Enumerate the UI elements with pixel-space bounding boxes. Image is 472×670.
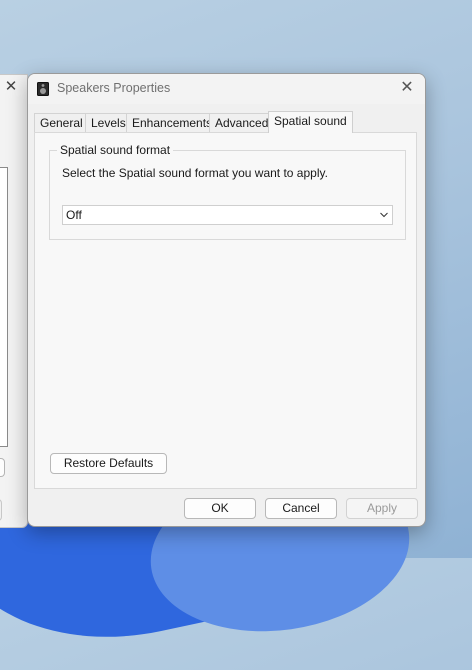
background-window-button[interactable] xyxy=(0,499,2,521)
cancel-button[interactable]: Cancel xyxy=(265,498,337,519)
apply-button[interactable]: Apply xyxy=(346,498,418,519)
background-window[interactable]: ✕ xyxy=(0,74,28,528)
tab-levels[interactable]: Levels xyxy=(85,113,132,132)
speakers-properties-dialog: Speakers Properties ✕ General Levels Enh… xyxy=(27,73,426,527)
group-description: Select the Spatial sound format you want… xyxy=(62,166,328,180)
spatial-sound-groupbox: Spatial sound format Select the Spatial … xyxy=(49,143,406,240)
title-bar[interactable]: Speakers Properties ✕ xyxy=(28,74,425,104)
group-label: Spatial sound format xyxy=(57,143,174,157)
background-window-list xyxy=(0,167,8,447)
restore-defaults-button[interactable]: Restore Defaults xyxy=(50,453,167,474)
speaker-icon xyxy=(37,82,49,96)
background-window-button[interactable] xyxy=(0,458,5,477)
tab-enhancements[interactable]: Enhancements xyxy=(126,113,219,132)
close-icon[interactable]: ✕ xyxy=(3,79,19,95)
window-title: Speakers Properties xyxy=(57,81,171,95)
tab-advanced[interactable]: Advanced xyxy=(209,113,275,132)
tab-general[interactable]: General xyxy=(34,113,89,132)
spatial-format-select[interactable]: Off xyxy=(62,205,393,225)
chevron-down-icon xyxy=(380,212,388,218)
ok-button[interactable]: OK xyxy=(184,498,256,519)
tab-panel: Spatial sound format Select the Spatial … xyxy=(34,132,417,489)
select-value: Off xyxy=(66,208,82,222)
tab-spatial-sound[interactable]: Spatial sound xyxy=(268,111,353,133)
close-icon[interactable]: ✕ xyxy=(398,79,416,97)
